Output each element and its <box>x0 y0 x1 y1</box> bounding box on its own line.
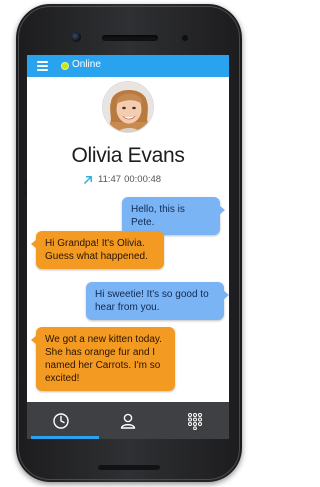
outgoing-call-arrow-icon <box>84 175 92 184</box>
online-status-icon <box>61 62 69 70</box>
tab-recent[interactable] <box>27 402 94 439</box>
message-bubble-outgoing[interactable]: Hello, this is Pete. <box>122 197 225 235</box>
bottom-navigation <box>27 402 229 439</box>
tab-contacts[interactable] <box>94 402 161 439</box>
message-bubble-outgoing[interactable]: Hi sweetie! It's so good to hear from yo… <box>86 282 229 320</box>
clock-icon <box>52 412 69 429</box>
proximity-sensor <box>182 35 188 41</box>
contact-avatar[interactable] <box>102 81 154 133</box>
selected-tab-indicator <box>31 436 99 439</box>
online-status-label: Online <box>72 59 101 70</box>
dialpad-icon <box>187 412 202 430</box>
call-info: 11:47 00:00:48 <box>83 173 161 185</box>
message-bubble-incoming[interactable]: We got a new kitten today. She has orang… <box>31 327 175 391</box>
call-duration: 00:00:48 <box>124 173 162 185</box>
message-bubble-incoming[interactable]: Hi Grandpa! It's Olivia. Guess what happ… <box>31 231 164 269</box>
contact-name: Olivia Evans <box>71 144 185 167</box>
avatar-photo <box>103 82 153 132</box>
person-icon <box>120 413 135 429</box>
front-camera <box>71 32 81 42</box>
earpiece-speaker <box>102 35 158 41</box>
app-screen: Online Olivia Evans 11:47 00:00:48 Hello… <box>27 55 229 439</box>
app-header: Online <box>27 55 229 77</box>
bottom-speaker <box>98 465 160 470</box>
tab-dialpad[interactable] <box>161 402 228 439</box>
hamburger-menu-icon[interactable] <box>37 61 48 71</box>
call-time: 11:47 <box>98 173 122 185</box>
